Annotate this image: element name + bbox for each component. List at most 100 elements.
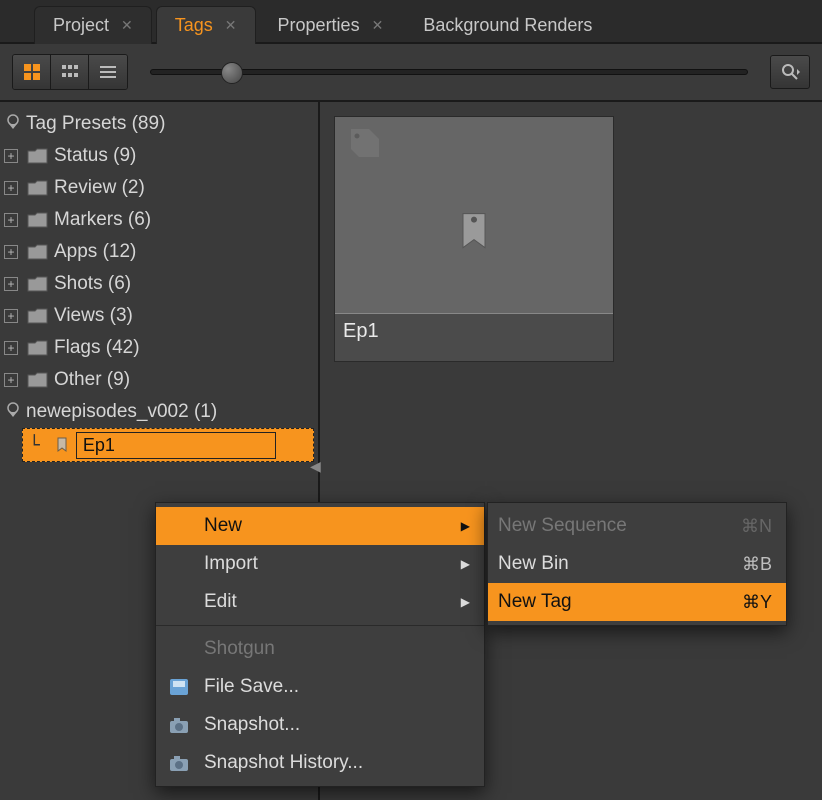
tree-label: Shots (6) [54,273,131,295]
expand-icon[interactable]: + [4,181,18,195]
camera-icon [166,714,192,736]
tab-project[interactable]: Project ✕ [34,6,152,44]
view-list-button[interactable] [89,55,127,89]
menu-snapshot[interactable]: Snapshot... [156,706,484,744]
tree-label: Markers (6) [54,209,151,231]
view-grid-large-button[interactable] [13,55,51,89]
expand-icon[interactable]: + [4,373,18,387]
tag-thumbnail[interactable]: Ep1 [334,116,614,362]
tab-renders-label: Background Renders [423,15,592,36]
panel-tabs-bar: Project ✕ Tags ✕ Properties ✕ Background… [0,0,822,44]
menu-snapshot-history[interactable]: Snapshot History... [156,744,484,782]
menu-label: Shotgun [204,638,275,660]
tab-tags[interactable]: Tags ✕ [156,6,256,44]
grid-small-icon [61,63,79,81]
tree-root-newepisodes[interactable]: newepisodes_v002 (1) [0,396,318,428]
tab-project-label: Project [53,15,109,36]
tab-tags-label: Tags [175,15,213,36]
menu-new-bin[interactable]: New Bin ⌘B [488,545,786,583]
tree-root-tag-presets[interactable]: Tag Presets (89) [0,108,318,140]
tree-label: newepisodes_v002 (1) [26,401,217,423]
menu-shotgun: Shotgun [156,630,484,668]
expand-icon[interactable]: + [4,149,18,163]
folder-icon [26,147,50,165]
menu-label: File Save... [204,676,299,698]
menu-label: New [204,515,242,537]
shortcut-label: ⌘B [742,554,772,575]
tab-properties-label: Properties [278,15,360,36]
search-icon [780,62,800,82]
folder-icon [26,275,50,293]
tree-item-editing[interactable]: └ [22,428,314,462]
folder-icon [26,371,50,389]
menu-label: Edit [204,591,237,613]
menu-label: Import [204,553,258,575]
tab-background-renders[interactable]: Background Renders [405,7,610,44]
tree-folder-review[interactable]: + Review (2) [0,172,318,204]
menu-label: New Bin [498,553,569,575]
menu-label: Snapshot... [204,714,300,736]
search-button[interactable] [770,55,810,89]
context-menu: New ▶ Import ▶ Edit ▶ Shotgun File Save.… [155,502,485,787]
slider-knob[interactable] [221,62,243,84]
menu-edit[interactable]: Edit ▶ [156,583,484,621]
expand-icon[interactable]: + [4,277,18,291]
thumbnail-size-slider[interactable] [150,69,748,75]
folder-icon [26,307,50,325]
tree-folder-markers[interactable]: + Markers (6) [0,204,318,236]
tree-label: Other (9) [54,369,130,391]
tree-label: Views (3) [54,305,133,327]
camera-icon [166,752,192,774]
grid-large-icon [23,63,41,81]
tree-label: Tag Presets (89) [26,113,165,135]
save-icon [166,676,192,698]
menu-import[interactable]: Import ▶ [156,545,484,583]
menu-file-save[interactable]: File Save... [156,668,484,706]
tree-folder-other[interactable]: + Other (9) [0,364,318,396]
tag-icon [345,127,381,168]
context-submenu-new: New Sequence ⌘N New Bin ⌘B New Tag ⌘Y [487,502,787,626]
submenu-arrow-icon: ▶ [461,557,470,571]
folder-icon [26,211,50,229]
tree-folder-flags[interactable]: + Flags (42) [0,332,318,364]
tree-label: Flags (42) [54,337,140,359]
menu-new-tag[interactable]: New Tag ⌘Y [488,583,786,621]
disclosure-icon[interactable] [4,114,22,135]
tree-folder-status[interactable]: + Status (9) [0,140,318,172]
thumbnail-label: Ep1 [335,313,613,361]
expand-icon[interactable]: + [4,245,18,259]
folder-icon [26,179,50,197]
tab-properties[interactable]: Properties ✕ [260,7,402,44]
submenu-arrow-icon: ▶ [461,595,470,609]
tree-label: Status (9) [54,145,136,167]
menu-label: New Tag [498,591,572,613]
view-mode-group [12,54,128,90]
close-icon[interactable]: ✕ [121,17,133,34]
tree-label: Review (2) [54,177,145,199]
menu-new-sequence: New Sequence ⌘N [488,507,786,545]
splitter-handle-icon[interactable]: ◀ [310,458,321,475]
toolbar [0,44,822,102]
menu-separator [156,625,484,626]
expand-icon[interactable]: + [4,213,18,227]
tree-folder-shots[interactable]: + Shots (6) [0,268,318,300]
submenu-arrow-icon: ▶ [461,519,470,533]
tag-icon [457,210,491,259]
tree-label: Apps (12) [54,241,136,263]
menu-new[interactable]: New ▶ [156,507,484,545]
menu-label: Snapshot History... [204,752,363,774]
tree-folder-views[interactable]: + Views (3) [0,300,318,332]
list-icon [99,63,117,81]
tree-folder-apps[interactable]: + Apps (12) [0,236,318,268]
folder-icon [26,243,50,261]
menu-label: New Sequence [498,515,627,537]
tag-rename-input[interactable] [76,432,276,459]
disclosure-icon[interactable] [4,402,22,423]
close-icon[interactable]: ✕ [225,17,237,34]
expand-icon[interactable]: + [4,309,18,323]
view-grid-small-button[interactable] [51,55,89,89]
expand-icon[interactable]: + [4,341,18,355]
close-icon[interactable]: ✕ [372,17,384,34]
shortcut-label: ⌘N [741,516,772,537]
folder-icon [26,339,50,357]
